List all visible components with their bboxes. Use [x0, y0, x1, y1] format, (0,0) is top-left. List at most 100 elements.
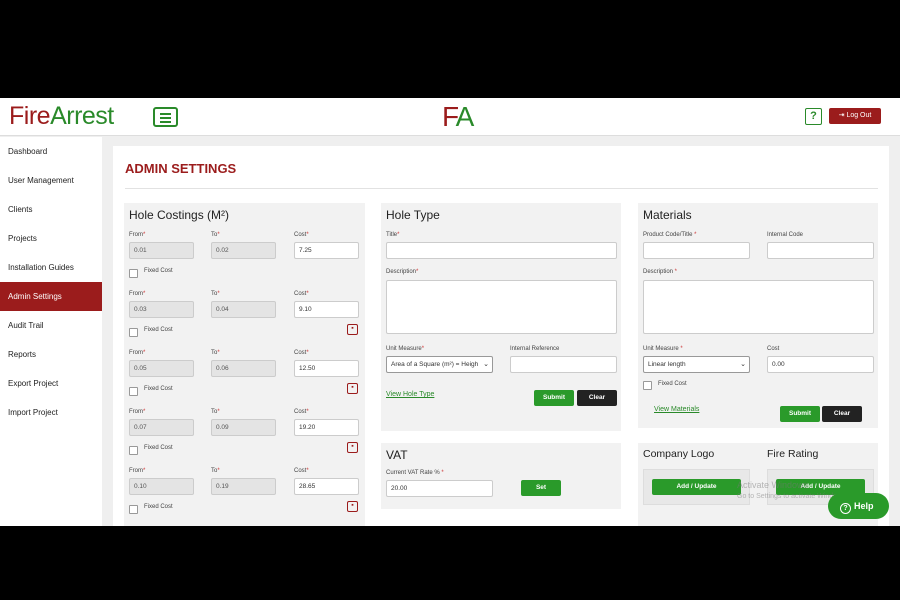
to-label: To* [211, 232, 220, 238]
cost-input[interactable]: 12.50 [294, 360, 359, 377]
to-label: To* [211, 409, 220, 415]
from-label: From* [129, 291, 146, 297]
vat-card: VAT Current VAT Rate % * 20.00 Set [381, 443, 621, 509]
materials-cost-input[interactable]: 0.00 [767, 356, 874, 373]
sidebar-item-user-management[interactable]: User Management [0, 166, 102, 195]
fixed-cost-label: Fixed Cost [144, 445, 173, 451]
help-button[interactable]: ? Help [828, 493, 889, 519]
trash-icon: ▪ [351, 384, 354, 391]
from-input[interactable]: 0.05 [129, 360, 194, 377]
to-label: To* [211, 468, 220, 474]
logout-button[interactable]: ⇥ Log Out [829, 108, 881, 124]
help-question-button[interactable]: ? [805, 108, 822, 125]
sidebar: Dashboard User Management Clients Projec… [0, 137, 102, 526]
materials-card: Materials Product Code/Title * Internal … [638, 203, 878, 428]
sidebar-item-projects[interactable]: Projects [0, 224, 102, 253]
from-input[interactable]: 0.07 [129, 419, 194, 436]
fixed-cost-checkbox[interactable] [129, 328, 138, 337]
cost-input[interactable]: 9.10 [294, 301, 359, 318]
hole-type-title: Hole Type [386, 208, 440, 222]
from-label: From* [129, 350, 146, 356]
title-label: Title* [386, 232, 400, 238]
view-hole-type-link[interactable]: View Hole Type [386, 391, 434, 398]
delete-row-button[interactable]: ▪ [347, 383, 358, 394]
from-label: From* [129, 468, 146, 474]
materials-clear-button[interactable]: Clear [822, 406, 862, 422]
from-input[interactable]: 0.10 [129, 478, 194, 495]
internal-code-label: Internal Code [767, 232, 804, 238]
materials-title: Materials [643, 208, 692, 222]
firearrest-logo[interactable]: FireArrest [9, 102, 114, 131]
menu-toggle-button[interactable] [153, 107, 178, 127]
cost-input[interactable]: 19.20 [294, 419, 359, 436]
internal-code-input[interactable] [767, 242, 874, 259]
hole-type-clear-button[interactable]: Clear [577, 390, 617, 406]
sidebar-item-dashboard[interactable]: Dashboard [0, 137, 102, 166]
hole-costings-card: Hole Costings (M²) From* To* Cost* 0.01 0.02… [124, 203, 365, 526]
fa-center-logo: FA [442, 101, 474, 132]
hole-type-submit-button[interactable]: Submit [534, 390, 574, 406]
delete-row-button[interactable]: ▪ [347, 324, 358, 335]
to-label: To* [211, 350, 220, 356]
materials-fixed-cost-label: Fixed Cost [658, 381, 687, 387]
to-input[interactable]: 0.19 [211, 478, 276, 495]
cost-input[interactable]: 28.65 [294, 478, 359, 495]
company-logo-title: Company Logo [643, 448, 715, 460]
sidebar-item-import-project[interactable]: Import Project [0, 398, 102, 427]
trash-icon: ▪ [351, 502, 354, 509]
description-label: Description* [386, 269, 419, 275]
view-materials-link[interactable]: View Materials [654, 406, 699, 413]
to-input[interactable]: 0.09 [211, 419, 276, 436]
company-logo-add-button[interactable]: Add / Update [652, 479, 741, 495]
to-input[interactable]: 0.04 [211, 301, 276, 318]
trash-icon: ▪ [351, 443, 354, 450]
hole-costings-title: Hole Costings (M²) [129, 208, 230, 222]
internal-reference-label: Internal Reference [510, 346, 560, 352]
top-bar: FireArrest FA ? ⇥ Log Out [0, 98, 900, 136]
fixed-cost-checkbox[interactable] [129, 269, 138, 278]
hole-type-description-textarea[interactable] [386, 280, 617, 334]
vat-set-button[interactable]: Set [521, 480, 561, 496]
sidebar-item-reports[interactable]: Reports [0, 340, 102, 369]
hamburger-icon [160, 113, 171, 115]
materials-cost-label: Cost [767, 346, 780, 352]
sidebar-item-installation-guides[interactable]: Installation Guides [0, 253, 102, 282]
sidebar-item-export-project[interactable]: Export Project [0, 369, 102, 398]
sidebar-item-admin-settings[interactable]: Admin Settings [0, 282, 102, 311]
materials-unit-measure-select[interactable]: Linear length ⌄ [643, 356, 750, 373]
hole-type-internal-reference-input[interactable] [510, 356, 617, 373]
materials-description-textarea[interactable] [643, 280, 874, 334]
fire-rating-title: Fire Rating [767, 448, 819, 460]
fixed-cost-checkbox[interactable] [129, 446, 138, 455]
fixed-cost-label: Fixed Cost [144, 386, 173, 392]
materials-submit-button[interactable]: Submit [780, 406, 820, 422]
cost-input[interactable]: 7.25 [294, 242, 359, 259]
sidebar-item-audit-trail[interactable]: Audit Trail [0, 311, 102, 340]
from-label: From* [129, 409, 146, 415]
sidebar-item-clients[interactable]: Clients [0, 195, 102, 224]
from-input[interactable]: 0.01 [129, 242, 194, 259]
from-input[interactable]: 0.03 [129, 301, 194, 318]
product-code-input[interactable] [643, 242, 750, 259]
cost-label: Cost* [294, 232, 309, 238]
hole-type-card: Hole Type Title* Description* Unit Measu… [381, 203, 621, 431]
materials-unit-measure-label: Unit Measure * [643, 346, 683, 352]
vat-rate-label: Current VAT Rate % * [386, 470, 444, 476]
materials-fixed-cost-checkbox[interactable] [643, 381, 652, 390]
hole-type-unit-measure-select[interactable]: Area of a Square (m²) = Heigh ⌄ [386, 356, 493, 373]
help-icon: ? [840, 503, 851, 514]
delete-row-button[interactable]: ▪ [347, 442, 358, 453]
divider [125, 188, 878, 189]
unit-measure-label: Unit Measure* [386, 346, 425, 352]
to-input[interactable]: 0.06 [211, 360, 276, 377]
hole-type-title-input[interactable] [386, 242, 617, 259]
main-content: ADMIN SETTINGS Hole Costings (M²) From* T… [113, 146, 889, 526]
fixed-cost-checkbox[interactable] [129, 505, 138, 514]
fixed-cost-checkbox[interactable] [129, 387, 138, 396]
vat-title: VAT [386, 448, 408, 462]
cost-label: Cost* [294, 350, 309, 356]
vat-rate-input[interactable]: 20.00 [386, 480, 493, 497]
to-input[interactable]: 0.02 [211, 242, 276, 259]
trash-icon: ▪ [351, 325, 354, 332]
delete-row-button[interactable]: ▪ [347, 501, 358, 512]
